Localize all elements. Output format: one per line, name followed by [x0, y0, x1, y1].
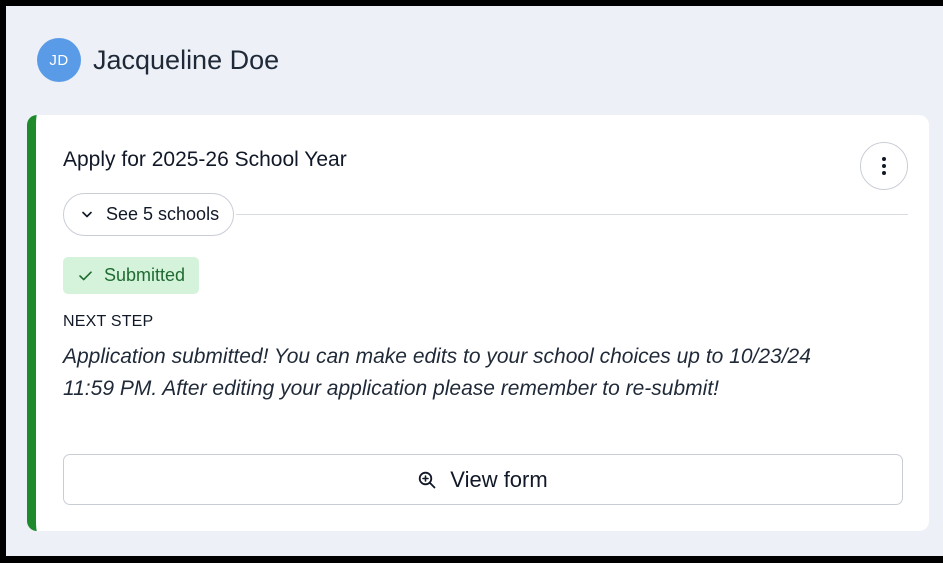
view-form-label: View form — [450, 466, 548, 492]
user-header: JD Jacqueline Doe — [37, 38, 279, 82]
chevron-down-icon — [82, 211, 92, 218]
more-vertical-icon — [882, 157, 886, 175]
status-label: Submitted — [104, 265, 186, 285]
next-step-text: Application submitted! You can make edit… — [63, 345, 811, 400]
app-frame: JD Jacqueline Doe Apply for 2025-26 Scho… — [6, 6, 943, 556]
avatar: JD — [37, 38, 81, 82]
view-form-button[interactable]: View form — [63, 454, 903, 505]
application-card: Apply for 2025-26 School Year See 5 scho… — [27, 115, 929, 531]
user-name: Jacqueline Doe — [93, 44, 280, 75]
zoom-in-icon — [419, 471, 436, 488]
more-options-button[interactable] — [860, 142, 908, 190]
see-schools-label: See 5 schools — [106, 204, 220, 224]
see-schools-toggle[interactable]: See 5 schools — [63, 193, 235, 236]
check-icon — [79, 270, 92, 280]
divider — [236, 214, 908, 215]
status-badge: Submitted — [63, 257, 200, 294]
card-title: Apply for 2025-26 School Year — [63, 148, 347, 171]
next-step-label: NEXT STEP — [63, 313, 154, 330]
